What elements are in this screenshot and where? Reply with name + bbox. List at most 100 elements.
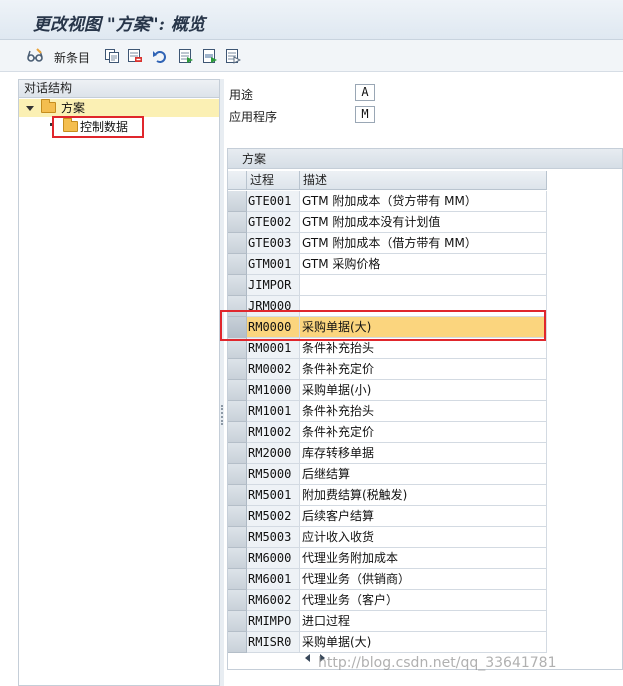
table-row[interactable]: RM5001 附加费结算(税触发) bbox=[228, 485, 622, 506]
glasses-icon[interactable] bbox=[27, 48, 43, 64]
table-row[interactable]: RM6001 代理业务（供销商） bbox=[228, 569, 622, 590]
cell-procedure[interactable]: RM6001 bbox=[247, 569, 300, 590]
cell-description[interactable]: GTM 附加成本（借方带有 MM） bbox=[300, 233, 547, 254]
table-row[interactable]: RM0001 条件补充抬头 bbox=[228, 338, 622, 359]
table-row[interactable]: RM0002 条件补充定价 bbox=[228, 359, 622, 380]
cell-procedure[interactable]: RM2000 bbox=[247, 443, 300, 464]
table-row[interactable]: RM2000 库存转移单据 bbox=[228, 443, 622, 464]
new-entries-button[interactable]: 新条目 bbox=[54, 49, 90, 66]
cell-description[interactable]: GTM 采购价格 bbox=[300, 254, 547, 275]
cell-description[interactable]: 附加费结算(税触发) bbox=[300, 485, 547, 506]
copy-icon[interactable] bbox=[104, 48, 120, 64]
toolbar: 新条目 bbox=[0, 40, 623, 72]
row-selector[interactable] bbox=[228, 506, 247, 527]
delete-icon[interactable] bbox=[127, 48, 143, 64]
table-row[interactable]: RM1001 条件补充抬头 bbox=[228, 401, 622, 422]
cell-procedure[interactable]: RMIMPO bbox=[247, 611, 300, 632]
cell-description[interactable]: 采购单据(大) bbox=[300, 632, 547, 653]
cell-procedure[interactable]: GTE002 bbox=[247, 212, 300, 233]
row-selector[interactable] bbox=[228, 359, 247, 380]
cell-procedure[interactable]: RM0001 bbox=[247, 338, 300, 359]
dialog-structure-header: 对话结构 bbox=[19, 80, 219, 98]
table-row[interactable]: GTE002 GTM 附加成本没有计划值 bbox=[228, 212, 622, 233]
row-selector[interactable] bbox=[228, 611, 247, 632]
table-row[interactable]: RM5000 后继结算 bbox=[228, 464, 622, 485]
panel-splitter[interactable] bbox=[220, 79, 224, 686]
cell-procedure[interactable]: RM0002 bbox=[247, 359, 300, 380]
cell-procedure[interactable]: RMISR0 bbox=[247, 632, 300, 653]
cell-procedure[interactable]: RM5001 bbox=[247, 485, 300, 506]
expand-triangle-icon[interactable] bbox=[26, 106, 34, 111]
cell-procedure[interactable]: RM5003 bbox=[247, 527, 300, 548]
row-selector[interactable] bbox=[228, 380, 247, 401]
table-row[interactable]: RMISR0 采购单据(大) bbox=[228, 632, 622, 653]
select-all-icon[interactable] bbox=[178, 48, 194, 64]
cell-description[interactable]: 应计收入收货 bbox=[300, 527, 547, 548]
cell-description[interactable]: 代理业务（客户） bbox=[300, 590, 547, 611]
table-row[interactable]: RM1002 条件补充定价 bbox=[228, 422, 622, 443]
cell-description[interactable]: 条件补充定价 bbox=[300, 422, 547, 443]
table-row[interactable]: GTM001 GTM 采购价格 bbox=[228, 254, 622, 275]
cell-description[interactable]: 条件补充定价 bbox=[300, 359, 547, 380]
cell-description[interactable] bbox=[300, 275, 547, 296]
cell-procedure[interactable]: GTM001 bbox=[247, 254, 300, 275]
cell-description[interactable]: 采购单据(小) bbox=[300, 380, 547, 401]
row-selector[interactable] bbox=[228, 275, 247, 296]
table-row[interactable]: RM6000 代理业务附加成本 bbox=[228, 548, 622, 569]
row-selector[interactable] bbox=[228, 401, 247, 422]
cell-description[interactable]: GTM 附加成本（贷方带有 MM） bbox=[300, 191, 547, 212]
cell-procedure[interactable]: RM5000 bbox=[247, 464, 300, 485]
cell-procedure[interactable]: RM1002 bbox=[247, 422, 300, 443]
undo-icon[interactable] bbox=[152, 48, 168, 64]
row-selector[interactable] bbox=[228, 191, 247, 212]
row-selector[interactable] bbox=[228, 338, 247, 359]
cell-procedure[interactable]: RM6000 bbox=[247, 548, 300, 569]
tree-node-scheme[interactable]: 方案 bbox=[19, 99, 219, 117]
table-row[interactable]: GTE003 GTM 附加成本（借方带有 MM） bbox=[228, 233, 622, 254]
cell-description[interactable]: 条件补充抬头 bbox=[300, 338, 547, 359]
row-selector[interactable] bbox=[228, 443, 247, 464]
cell-description[interactable]: GTM 附加成本没有计划值 bbox=[300, 212, 547, 233]
row-selector[interactable] bbox=[228, 548, 247, 569]
cell-procedure[interactable]: RM1000 bbox=[247, 380, 300, 401]
select-all-column-header[interactable] bbox=[228, 171, 247, 190]
table-row[interactable]: JIMPOR bbox=[228, 275, 622, 296]
table-row[interactable]: RM5003 应计收入收货 bbox=[228, 527, 622, 548]
cell-description[interactable]: 条件补充抬头 bbox=[300, 401, 547, 422]
application-field[interactable]: M bbox=[355, 106, 375, 123]
row-selector[interactable] bbox=[228, 527, 247, 548]
usage-field[interactable]: A bbox=[355, 84, 375, 101]
row-selector[interactable] bbox=[228, 464, 247, 485]
table-row[interactable]: RMIMPO 进口过程 bbox=[228, 611, 622, 632]
cell-description[interactable]: 进口过程 bbox=[300, 611, 547, 632]
cell-description[interactable]: 代理业务附加成本 bbox=[300, 548, 547, 569]
row-selector[interactable] bbox=[228, 590, 247, 611]
title-bar: 更改视图 "方案": 概览 bbox=[0, 0, 623, 40]
row-selector[interactable] bbox=[228, 233, 247, 254]
row-selector[interactable] bbox=[228, 632, 247, 653]
cell-description[interactable]: 后续客户结算 bbox=[300, 506, 547, 527]
cell-procedure[interactable]: JIMPOR bbox=[247, 275, 300, 296]
row-selector[interactable] bbox=[228, 212, 247, 233]
cell-procedure[interactable]: RM1001 bbox=[247, 401, 300, 422]
table-row[interactable]: RM6002 代理业务（客户） bbox=[228, 590, 622, 611]
row-selector[interactable] bbox=[228, 485, 247, 506]
column-header-description[interactable]: 描述 bbox=[300, 171, 547, 190]
row-selector[interactable] bbox=[228, 254, 247, 275]
table-row[interactable]: RM1000 采购单据(小) bbox=[228, 380, 622, 401]
select-block-icon[interactable] bbox=[202, 48, 218, 64]
deselect-all-icon[interactable] bbox=[225, 48, 242, 64]
row-selector[interactable] bbox=[228, 569, 247, 590]
cell-description[interactable]: 代理业务（供销商） bbox=[300, 569, 547, 590]
table-row[interactable]: GTE001 GTM 附加成本（贷方带有 MM） bbox=[228, 191, 622, 212]
cell-procedure[interactable]: RM5002 bbox=[247, 506, 300, 527]
cell-description[interactable]: 后继结算 bbox=[300, 464, 547, 485]
cell-procedure[interactable]: RM6002 bbox=[247, 590, 300, 611]
cell-procedure[interactable]: GTE001 bbox=[247, 191, 300, 212]
row-selector[interactable] bbox=[228, 422, 247, 443]
cell-procedure[interactable]: GTE003 bbox=[247, 233, 300, 254]
cell-description[interactable]: 库存转移单据 bbox=[300, 443, 547, 464]
table-row[interactable]: RM5002 后续客户结算 bbox=[228, 506, 622, 527]
splitter-grip-icon[interactable] bbox=[221, 405, 223, 425]
column-header-procedure[interactable]: 过程 bbox=[247, 171, 300, 190]
